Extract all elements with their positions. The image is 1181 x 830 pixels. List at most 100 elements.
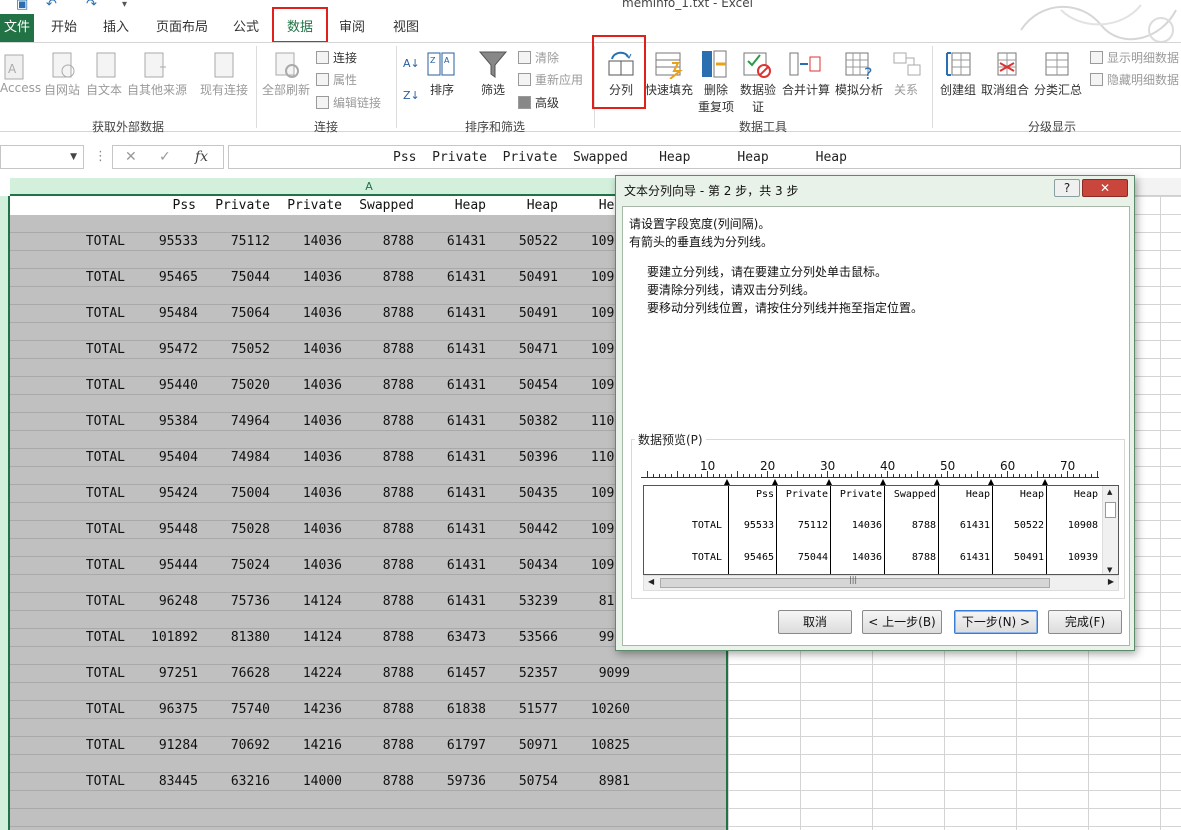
save-icon[interactable]: ▣ bbox=[16, 0, 28, 12]
data-row[interactable]: TOTAL 96375 75740 14236 8788 61838 51577 10260 bbox=[10, 702, 728, 720]
ungroup-button[interactable]: 取消组合 bbox=[980, 81, 1030, 98]
data-cell: 95448 bbox=[158, 522, 198, 537]
from-access-button[interactable]: Access bbox=[0, 81, 41, 95]
data-row[interactable]: TOTAL 91284 70692 14216 8788 61797 50971 10825 bbox=[10, 738, 728, 756]
clear-filter-button[interactable]: 清除 bbox=[518, 49, 559, 66]
ruler-tick bbox=[881, 474, 882, 478]
ruler-tick bbox=[905, 474, 906, 478]
sort-button[interactable]: 排序 bbox=[424, 81, 460, 98]
scroll-down-icon[interactable]: ▼ bbox=[1107, 566, 1112, 574]
cancel-entry-icon[interactable]: ✕ bbox=[125, 149, 137, 165]
column-break-line[interactable] bbox=[938, 486, 939, 574]
scroll-thumb[interactable] bbox=[1105, 502, 1116, 518]
hide-detail-button[interactable]: 隐藏明细数据 bbox=[1090, 71, 1179, 88]
preview-horizontal-scrollbar[interactable]: ◀ ||| ▶ bbox=[643, 575, 1119, 591]
preview-vertical-scrollbar[interactable]: ▲ ▼ bbox=[1102, 486, 1118, 574]
data-cell: 76628 bbox=[230, 666, 270, 681]
existing-connections-button[interactable]: 现有连接 bbox=[198, 81, 250, 98]
customize-quick-access-icon[interactable]: ▾ bbox=[122, 0, 127, 10]
tab-view[interactable]: 视图 bbox=[386, 14, 426, 42]
reapply-button[interactable]: 重新应用 bbox=[518, 71, 583, 88]
name-box[interactable]: ▼ bbox=[0, 145, 84, 169]
consolidate-button[interactable]: 合并计算 bbox=[780, 81, 832, 98]
cancel-button[interactable]: 取消 bbox=[778, 610, 852, 634]
data-cell: 9099 bbox=[598, 666, 630, 681]
data-row[interactable]: TOTAL 83445 63216 14000 8788 59736 50754 8981 bbox=[10, 774, 728, 792]
flash-fill-button[interactable]: 快速填充 bbox=[644, 81, 694, 98]
tab-page-layout[interactable]: 页面布局 bbox=[150, 14, 214, 42]
data-cell: 95444 bbox=[158, 558, 198, 573]
column-break-line[interactable] bbox=[1046, 486, 1047, 574]
edit-links-button[interactable]: 编辑链接 bbox=[316, 94, 381, 111]
remove-duplicates-button[interactable]: 删除 重复项 bbox=[696, 81, 736, 115]
data-cell: 8788 bbox=[382, 450, 414, 465]
properties-button[interactable]: 属性 bbox=[316, 71, 357, 88]
ruler-tick bbox=[953, 474, 954, 478]
column-break-arrow-icon[interactable] bbox=[1042, 479, 1048, 485]
finish-button[interactable]: 完成(F) bbox=[1048, 610, 1122, 634]
ruler-tick bbox=[1031, 474, 1032, 478]
ruler-tick bbox=[833, 474, 834, 478]
data-validation-button[interactable]: 数据验证 bbox=[738, 81, 778, 115]
hide-detail-label: 隐藏明细数据 bbox=[1107, 73, 1180, 87]
header-cell: Private bbox=[287, 198, 342, 213]
show-detail-button[interactable]: 显示明细数据 bbox=[1090, 49, 1179, 66]
tab-home[interactable]: 开始 bbox=[44, 14, 84, 42]
dialog-help-button[interactable]: ? bbox=[1054, 179, 1080, 197]
scroll-up-icon[interactable]: ▲ bbox=[1107, 488, 1112, 496]
refresh-all-button[interactable]: 全部刷新 bbox=[260, 81, 312, 98]
data-cell: 50491 bbox=[518, 306, 558, 321]
undo-icon[interactable]: ↶ bbox=[46, 0, 57, 12]
tab-review[interactable]: 审阅 bbox=[332, 14, 372, 42]
tab-formulas[interactable]: 公式 bbox=[226, 14, 266, 42]
scroll-left-icon[interactable]: ◀ bbox=[648, 577, 654, 586]
connections-button[interactable]: 连接 bbox=[316, 49, 357, 66]
data-preview[interactable]: ▲ ▼ Pss Private Private Swapped Heap Heap Heap… bbox=[643, 485, 1119, 575]
text-to-columns-button[interactable]: 分列 bbox=[600, 81, 642, 98]
back-button[interactable]: < 上一步(B) bbox=[862, 610, 942, 634]
name-box-dropdown-icon[interactable]: ▼ bbox=[70, 152, 77, 162]
insert-function-button[interactable]: fx bbox=[195, 149, 208, 165]
column-break-line[interactable] bbox=[884, 486, 885, 574]
scroll-right-icon[interactable]: ▶ bbox=[1108, 577, 1114, 586]
from-web-button[interactable]: 自网站 bbox=[42, 81, 82, 98]
sort-az-icon[interactable]: A↓ Z↓ bbox=[401, 51, 421, 111]
relationships-button[interactable]: 关系 bbox=[888, 81, 924, 98]
from-other-sources-button[interactable]: 自其他来源 bbox=[126, 81, 188, 98]
data-cell: 75112 bbox=[230, 234, 270, 249]
what-if-analysis-button[interactable]: 模拟分析 bbox=[834, 81, 884, 98]
ruler-tick bbox=[743, 474, 744, 478]
data-cell: 8788 bbox=[382, 558, 414, 573]
confirm-entry-icon[interactable]: ✓ bbox=[159, 149, 171, 165]
tab-file[interactable]: 文件 bbox=[0, 14, 34, 42]
column-break-line[interactable] bbox=[992, 486, 993, 574]
column-break-arrow-icon[interactable] bbox=[988, 479, 994, 485]
ruler-tick bbox=[803, 474, 804, 478]
create-group-button[interactable]: 创建组 bbox=[936, 81, 980, 98]
column-break-arrow-icon[interactable] bbox=[934, 479, 940, 485]
column-break-arrow-icon[interactable] bbox=[772, 479, 778, 485]
redo-icon[interactable]: ↷ bbox=[86, 0, 97, 12]
next-button[interactable]: 下一步(N) > bbox=[954, 610, 1038, 634]
from-text-button[interactable]: 自文本 bbox=[84, 81, 124, 98]
ruler-tick bbox=[1001, 474, 1002, 478]
column-break-arrow-icon[interactable] bbox=[880, 479, 886, 485]
column-ruler[interactable]: 10 20 30 40 50 60 70 bbox=[641, 459, 1099, 485]
data-cell: 61838 bbox=[446, 702, 486, 717]
column-break-arrow-icon[interactable] bbox=[826, 479, 832, 485]
ruler-tick bbox=[1037, 471, 1038, 478]
tab-insert[interactable]: 插入 bbox=[96, 14, 136, 42]
data-row[interactable]: TOTAL 97251 76628 14224 8788 61457 52357 9099 bbox=[10, 666, 728, 684]
column-break-line[interactable] bbox=[830, 486, 831, 574]
dialog-close-button[interactable]: ✕ bbox=[1082, 179, 1128, 197]
tab-data[interactable]: 数据 bbox=[278, 14, 322, 42]
formula-input[interactable]: Pss Private Private Swapped Heap Heap He… bbox=[228, 145, 1181, 169]
ruler-tick bbox=[935, 474, 936, 478]
subtotal-button[interactable]: 分类汇总 bbox=[1030, 81, 1086, 98]
dialog-title: 文本分列向导 - 第 2 步，共 3 步 bbox=[624, 184, 799, 198]
column-break-line[interactable] bbox=[776, 486, 777, 574]
filter-button[interactable]: 筛选 bbox=[474, 81, 512, 98]
data-cell: 95533 bbox=[158, 234, 198, 249]
advanced-filter-button[interactable]: 高级 bbox=[518, 94, 559, 111]
column-break-arrow-icon[interactable] bbox=[724, 479, 730, 485]
